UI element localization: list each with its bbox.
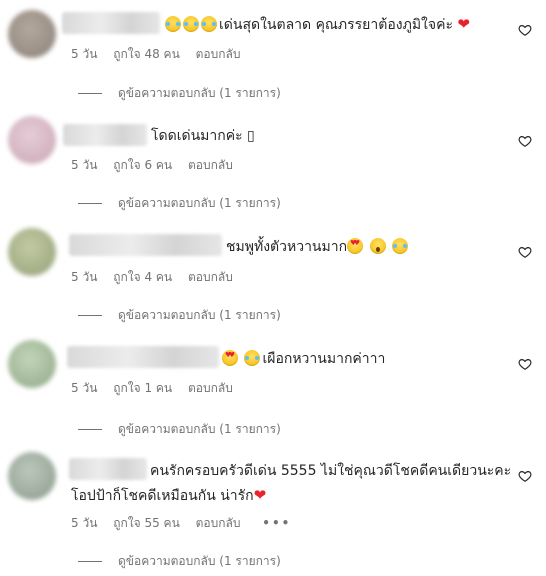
comment-text: โดดเด่นมากค่ะ ▯ (151, 128, 255, 144)
like-heart-icon[interactable] (518, 134, 532, 148)
comment-text: ชมพูทั้งตัวหวานมาก (226, 237, 410, 257)
tears-of-joy-emoji (165, 16, 181, 32)
avatar[interactable] (8, 10, 56, 58)
red-heart-emoji: ❤ (457, 15, 470, 33)
reply-button[interactable]: ตอบกลับ (188, 270, 233, 284)
reply-button[interactable]: ตอบกลับ (188, 158, 233, 172)
tears-of-joy-emoji (201, 16, 217, 32)
comment-meta: 5 วัน ถูกใจ 4 คน ตอบกลับ (71, 268, 245, 287)
username-blurred[interactable] (67, 346, 219, 368)
username-blurred[interactable] (63, 124, 147, 146)
reply-button[interactable]: ตอบกลับ (188, 381, 233, 395)
username-blurred[interactable] (62, 12, 160, 34)
comment-text: เด่นสุดในตลาด คุณภรรยาต้องภูมิใจค่ะ ❤ (165, 14, 470, 35)
divider-line (78, 203, 102, 204)
likes-count[interactable]: ถูกใจ 6 คน (113, 158, 172, 172)
avatar[interactable] (8, 452, 56, 500)
more-options-button[interactable]: ••• (262, 516, 291, 530)
comment-time: 5 วัน (71, 516, 98, 530)
like-heart-icon[interactable] (518, 23, 532, 37)
comment-meta: 5 วัน ถูกใจ 48 คน ตอบกลับ (71, 45, 252, 64)
comment-text: เผือกหวานมากค่าาา (222, 349, 385, 369)
red-heart-emoji: ❤ (253, 486, 267, 504)
divider-line (78, 561, 102, 562)
divider-line (78, 429, 102, 430)
tears-of-joy-emoji (244, 350, 261, 366)
view-replies-button[interactable]: ดูข้อความตอบกลับ (1 รายการ) (78, 552, 281, 571)
like-heart-icon[interactable] (518, 469, 532, 483)
likes-count[interactable]: ถูกใจ 55 คน (113, 516, 180, 530)
comment-meta: 5 วัน ถูกใจ 6 คน ตอบกลับ (71, 156, 245, 175)
tears-of-joy-emoji (183, 16, 199, 32)
view-replies-button[interactable]: ดูข้อความตอบกลับ (1 รายการ) (78, 306, 281, 325)
divider-line (78, 93, 102, 94)
comment-meta: 5 วัน ถูกใจ 1 คน ตอบกลับ (71, 379, 245, 398)
comment-time: 5 วัน (71, 47, 98, 61)
like-heart-icon[interactable] (518, 357, 532, 371)
likes-count[interactable]: ถูกใจ 48 คน (113, 47, 180, 61)
avatar[interactable] (8, 116, 56, 164)
likes-count[interactable]: ถูกใจ 4 คน (113, 270, 172, 284)
avatar[interactable] (8, 340, 56, 388)
divider-line (78, 315, 102, 316)
view-replies-button[interactable]: ดูข้อความตอบกลับ (1 รายการ) (78, 194, 281, 213)
reply-button[interactable]: ตอบกลับ (196, 516, 241, 530)
comment-time: 5 วัน (71, 381, 98, 395)
avatar[interactable] (8, 228, 56, 276)
heart-eyes-emoji (222, 350, 238, 366)
like-heart-icon[interactable] (518, 245, 532, 259)
comment-text: คนรักครอบครัวดีเด่น 5555 ไม่ใช่คุณวดีโชค… (71, 463, 512, 504)
view-replies-button[interactable]: ดูข้อความตอบกลับ (1 รายการ) (78, 420, 281, 439)
astonished-emoji (369, 238, 386, 254)
comment-meta: 5 วัน ถูกใจ 55 คน ตอบกลับ ••• (71, 514, 303, 533)
tears-of-joy-emoji (391, 238, 408, 254)
heart-eyes-emoji (347, 238, 364, 254)
comment-time: 5 วัน (71, 270, 98, 284)
likes-count[interactable]: ถูกใจ 1 คน (113, 381, 172, 395)
view-replies-button[interactable]: ดูข้อความตอบกลับ (1 รายการ) (78, 84, 281, 103)
username-blurred[interactable] (69, 234, 222, 256)
comment-time: 5 วัน (71, 158, 98, 172)
reply-button[interactable]: ตอบกลับ (196, 47, 241, 61)
